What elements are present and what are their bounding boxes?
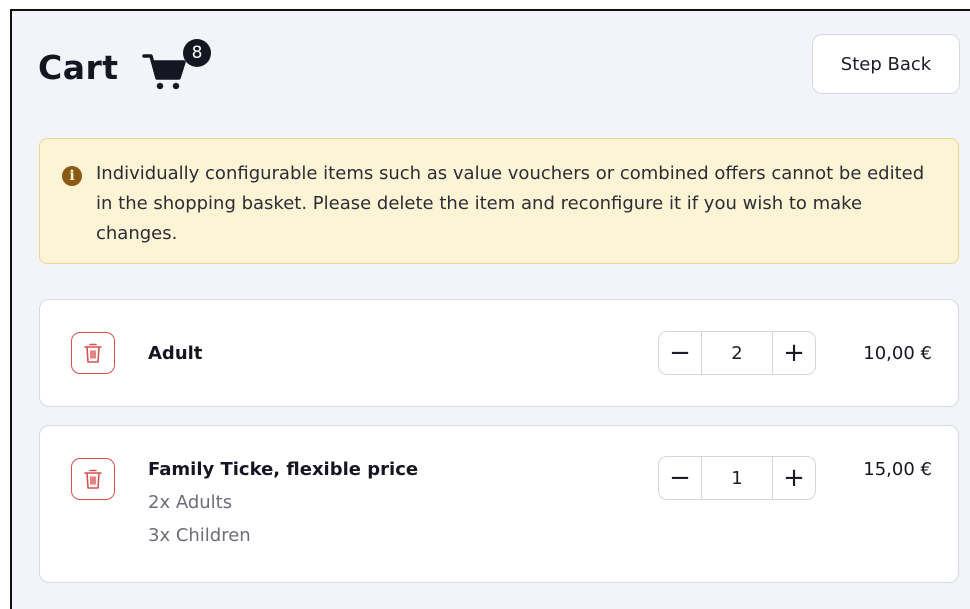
- notice-text: Individually configurable items such as …: [96, 163, 925, 244]
- step-back-button[interactable]: Step Back: [812, 34, 960, 94]
- cart-indicator: 8: [142, 39, 211, 93]
- item-name: Family Ticke, flexible price: [148, 459, 419, 480]
- quantity-stepper: − 1 +: [658, 456, 816, 500]
- decrease-quantity-button[interactable]: −: [659, 332, 701, 374]
- item-price: 10,00 €: [863, 343, 932, 364]
- quantity-stepper: − 2 +: [658, 331, 816, 375]
- info-notice: i Individually configurable items such a…: [39, 138, 959, 264]
- increase-quantity-button[interactable]: +: [773, 457, 815, 499]
- item-name: Adult: [148, 343, 203, 364]
- info-icon: i: [62, 166, 82, 186]
- item-detail: 2x Adults: [148, 492, 233, 513]
- trash-icon: [84, 469, 102, 489]
- cart-count-badge: 8: [183, 39, 211, 67]
- cart-page: Cart 8 Step Back i Individually configur…: [10, 9, 970, 609]
- item-price: 15,00 €: [863, 459, 932, 480]
- cart-header: Cart 8 Step Back: [12, 11, 970, 121]
- quantity-value: 2: [701, 332, 773, 374]
- shopping-cart-icon: [142, 54, 186, 90]
- delete-item-button[interactable]: [71, 458, 115, 500]
- cart-item: Family Ticke, flexible price 2x Adults 3…: [39, 425, 959, 583]
- delete-item-button[interactable]: [71, 332, 115, 374]
- item-detail: 3x Children: [148, 525, 251, 546]
- cart-item: Adult − 2 + 10,00 €: [39, 299, 959, 407]
- page-title: Cart: [38, 48, 119, 87]
- increase-quantity-button[interactable]: +: [773, 332, 815, 374]
- trash-icon: [84, 343, 102, 363]
- quantity-value: 1: [701, 457, 773, 499]
- decrease-quantity-button[interactable]: −: [659, 457, 701, 499]
